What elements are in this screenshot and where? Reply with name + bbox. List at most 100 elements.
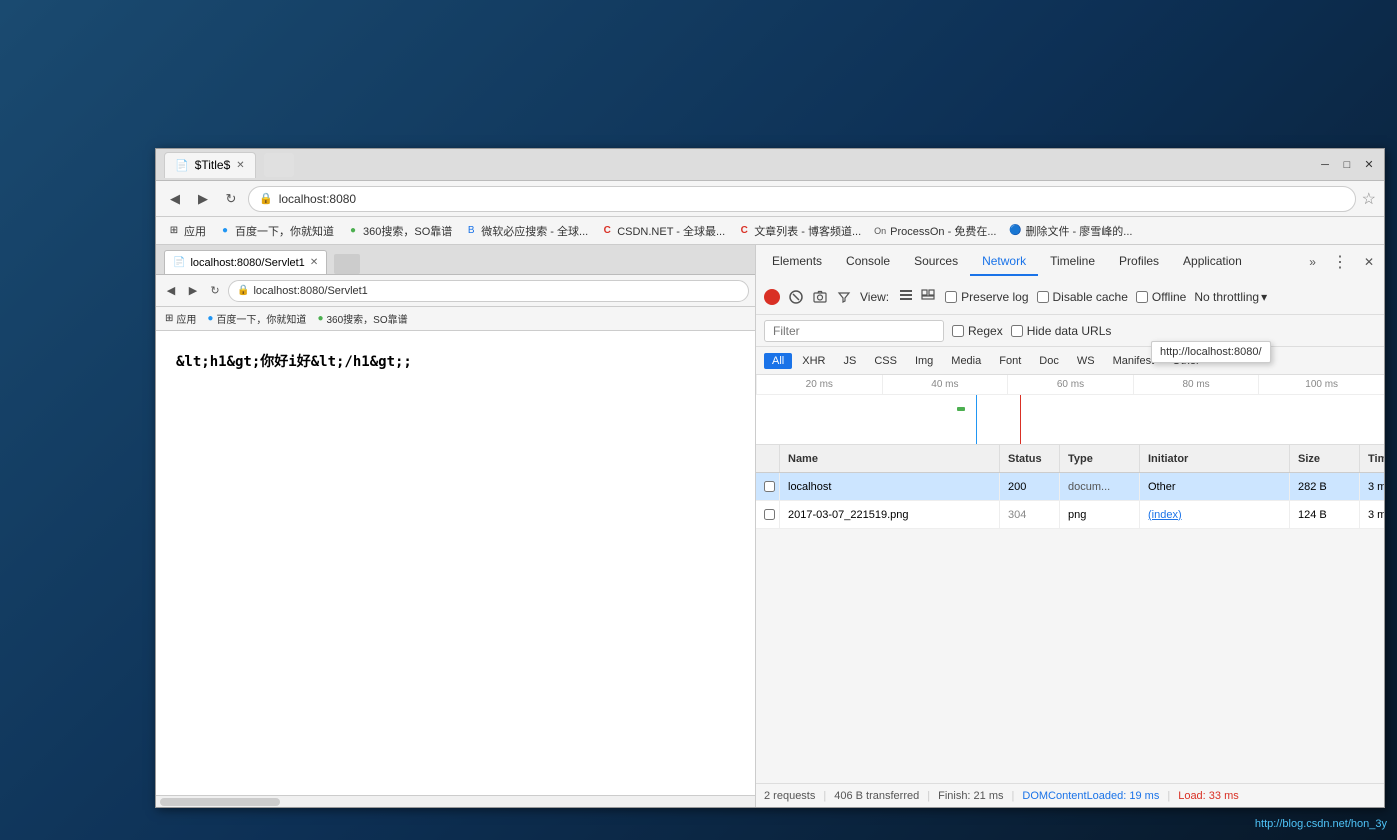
360-icon: ● [346, 224, 360, 238]
scroll-thumb[interactable] [160, 798, 280, 806]
tab-timeline[interactable]: Timeline [1038, 248, 1107, 276]
row-checkbox-2[interactable] [756, 501, 780, 528]
devtools-menu-btn[interactable]: ⋮ [1326, 248, 1354, 276]
bookmark-processon[interactable]: On ProcessOn - 免费在... [868, 221, 1001, 241]
more-tabs-btn[interactable]: » [1303, 251, 1322, 273]
ruler-mark-100: 100 ms [1258, 375, 1384, 394]
inner-new-tab[interactable] [334, 254, 360, 274]
bookmark-liaoxuefeng[interactable]: 🔵 删除文件 - 廖雪峰的... [1004, 221, 1138, 241]
hide-data-urls-label: Hide data URLs [1027, 324, 1112, 338]
inner-tab[interactable]: 📄 localhost:8080/Servlet1 ✕ [164, 250, 327, 274]
tab-profiles[interactable]: Profiles [1107, 248, 1171, 276]
filter-input[interactable] [764, 320, 944, 342]
table-row[interactable]: 2017-03-07_221519.png 304 png (index) 12… [756, 501, 1384, 529]
type-btn-js[interactable]: JS [835, 353, 864, 369]
tab-console[interactable]: Console [834, 248, 902, 276]
inner-bookmark-baidu[interactable]: ● 百度一下，你就知道 [202, 309, 311, 328]
address-input[interactable]: 🔒 localhost:8080 [248, 186, 1356, 212]
group-view-btn[interactable] [919, 286, 937, 307]
type-btn-doc[interactable]: Doc [1031, 353, 1067, 369]
regex-checkbox[interactable] [952, 325, 964, 337]
list-view-btn[interactable] [897, 286, 915, 307]
devtools-panel: Elements Console Sources Network Timelin… [756, 245, 1384, 807]
refresh-btn[interactable]: ↻ [220, 188, 242, 210]
tab-elements[interactable]: Elements [760, 248, 834, 276]
maximize-btn[interactable]: □ [1340, 158, 1354, 172]
tooltip-box: http://localhost:8080/ [1151, 341, 1271, 363]
page-content: &lt;h1&gt;你好i好&lt;/h1&gt;; [156, 331, 755, 795]
th-type[interactable]: Type [1060, 445, 1140, 472]
finish-time: Finish: 21 ms [938, 790, 1003, 802]
offline-checkbox[interactable] [1136, 291, 1148, 303]
bookmark-360[interactable]: ● 360搜索，SO靠谱 [341, 221, 457, 241]
th-time[interactable]: Time [1360, 445, 1384, 472]
inner-bookmarks-bar: ⊞ 应用 ● 百度一下，你就知道 ● 360搜索，SO靠谱 [156, 307, 755, 331]
bookmark-bing[interactable]: B 微软必应搜索 - 全球... [459, 221, 593, 241]
tl-dom-line [976, 395, 977, 445]
bookmark-apps[interactable]: ⊞ 应用 [162, 221, 211, 241]
row-size-2: 124 B [1290, 501, 1360, 528]
tab-network[interactable]: Network [970, 248, 1038, 276]
close-btn[interactable]: ✕ [1362, 158, 1376, 172]
devtools-close-btn[interactable]: ✕ [1358, 251, 1380, 273]
throttle-label: No throttling [1194, 290, 1259, 304]
inner-tab-icon: 📄 [173, 257, 185, 268]
list-view-icon [899, 288, 913, 302]
camera-btn[interactable] [812, 289, 828, 305]
throttle-dropdown[interactable]: No throttling ▾ [1194, 290, 1267, 304]
tab-application[interactable]: Application [1171, 248, 1254, 276]
preserve-log-checkbox[interactable] [945, 291, 957, 303]
title-bar: 📄 $Title$ ✕ ─ □ ✕ [156, 149, 1384, 181]
clear-btn[interactable] [788, 289, 804, 305]
inner-refresh-btn[interactable]: ↻ [206, 282, 224, 300]
tab-close-btn[interactable]: ✕ [236, 160, 244, 171]
view-label: View: [860, 290, 889, 304]
address-bar: ◀ ▶ ↻ 🔒 localhost:8080 ☆ [156, 181, 1384, 217]
type-btn-img[interactable]: Img [907, 353, 941, 369]
type-btn-all[interactable]: All [764, 353, 792, 369]
th-status[interactable]: Status [1000, 445, 1060, 472]
filter-btn[interactable] [836, 289, 852, 305]
inner-tab-title: localhost:8080/Servlet1 [190, 257, 304, 269]
inner-address-input[interactable]: 🔒 localhost:8080/Servlet1 [228, 280, 749, 302]
hide-data-urls-row: Hide data URLs [1011, 324, 1112, 338]
bookmark-article[interactable]: C 文章列表 - 博客频道... [732, 221, 866, 241]
ruler-mark-80: 80 ms [1133, 375, 1259, 394]
type-btn-media[interactable]: Media [943, 353, 989, 369]
inner-tab-close[interactable]: ✕ [310, 257, 318, 268]
browser-tab[interactable]: 📄 $Title$ ✕ [164, 152, 256, 178]
row-check-2[interactable] [764, 509, 775, 520]
type-btn-css[interactable]: CSS [866, 353, 905, 369]
hide-data-urls-checkbox[interactable] [1011, 325, 1023, 337]
inner-tab-bar: 📄 localhost:8080/Servlet1 ✕ [156, 245, 755, 275]
bookmark-csdn[interactable]: C CSDN.NET - 全球最... [595, 221, 730, 241]
lxf-icon: 🔵 [1009, 224, 1023, 238]
bookmark-star-btn[interactable]: ☆ [1362, 189, 1376, 209]
type-btn-font[interactable]: Font [991, 353, 1029, 369]
back-btn[interactable]: ◀ [164, 188, 186, 210]
inner-360-icon: ● [317, 313, 323, 324]
inner-back-btn[interactable]: ◀ [162, 282, 180, 300]
table-row[interactable]: localhost 200 docum... Other 282 B [756, 473, 1384, 501]
record-btn[interactable] [764, 289, 780, 305]
disable-cache-checkbox[interactable] [1037, 291, 1049, 303]
devtools-tab-bar: Elements Console Sources Network Timelin… [756, 245, 1384, 279]
inner-forward-btn[interactable]: ▶ [184, 282, 202, 300]
forward-btn[interactable]: ▶ [192, 188, 214, 210]
inner-bookmark-apps[interactable]: ⊞ 应用 [160, 309, 201, 328]
th-size[interactable]: Size [1290, 445, 1360, 472]
minimize-btn[interactable]: ─ [1318, 158, 1332, 172]
th-initiator[interactable]: Initiator [1140, 445, 1290, 472]
row-checkbox-1[interactable] [756, 473, 780, 500]
table-body: localhost 200 docum... Other 282 B [756, 473, 1384, 783]
tab-sources[interactable]: Sources [902, 248, 970, 276]
new-tab-btn[interactable] [264, 153, 294, 177]
type-btn-xhr[interactable]: XHR [794, 353, 833, 369]
row-check-1[interactable] [764, 481, 775, 492]
th-name[interactable]: Name [780, 445, 1000, 472]
scroll-area[interactable] [156, 795, 755, 807]
window-controls: ─ □ ✕ [1318, 158, 1376, 172]
bookmark-baidu[interactable]: ● 百度一下，你就知道 [213, 221, 339, 241]
inner-bookmark-360[interactable]: ● 360搜索，SO靠谱 [312, 309, 412, 328]
type-btn-ws[interactable]: WS [1069, 353, 1103, 369]
